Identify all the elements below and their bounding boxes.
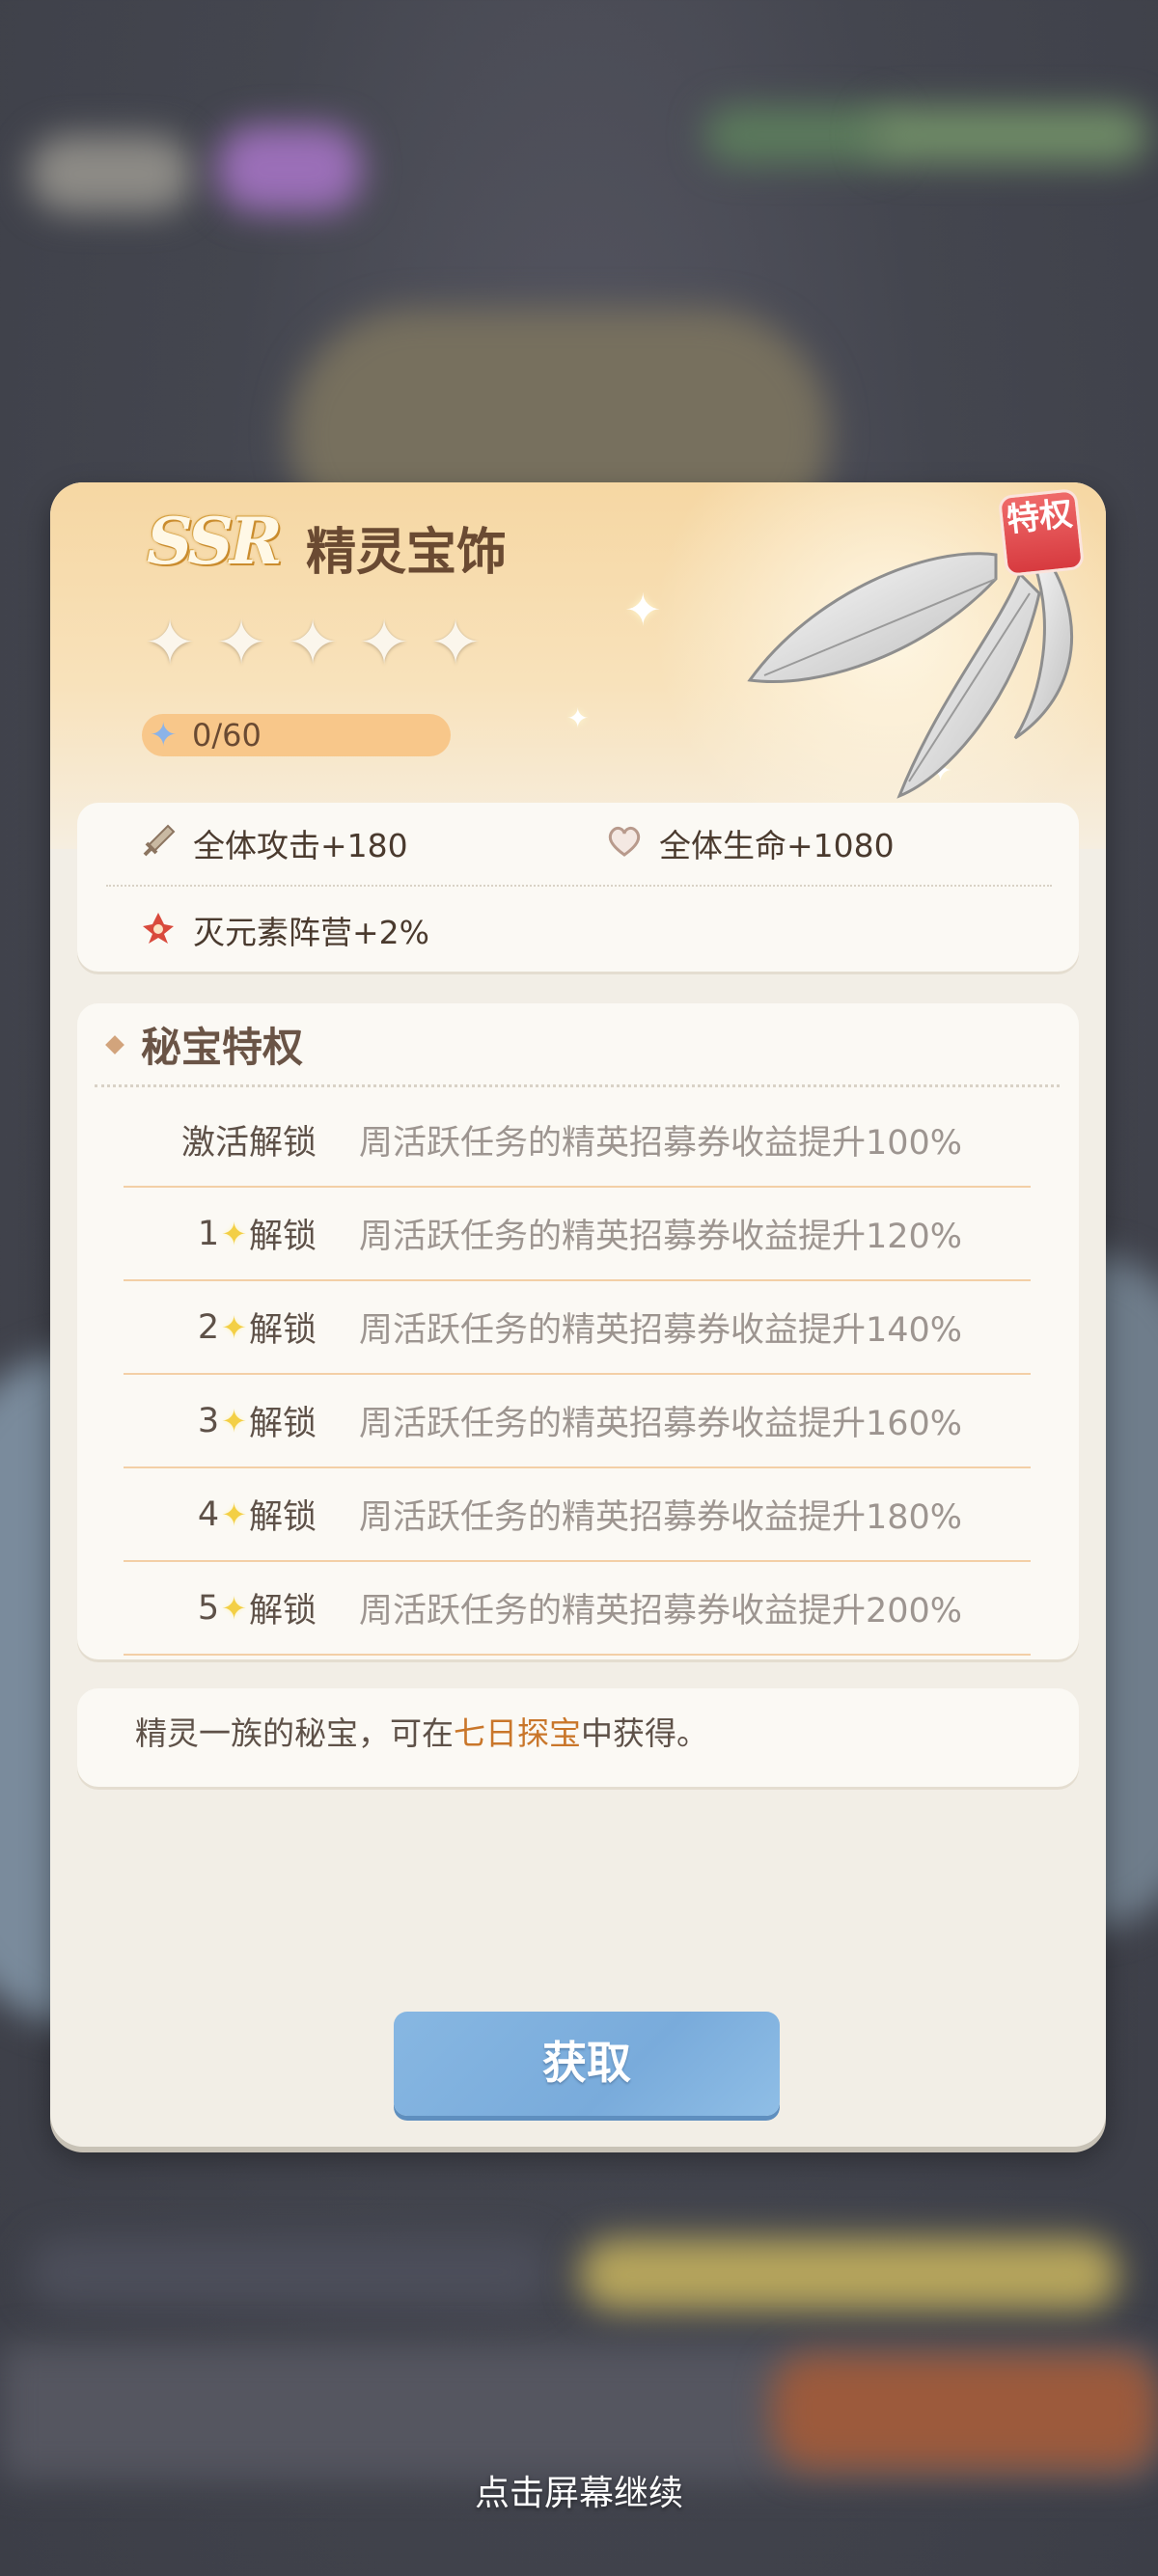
unlock-condition: 2 ✦ 解锁 xyxy=(124,1302,317,1352)
unlock-level: 3 xyxy=(197,1401,220,1440)
star-icon: ✦ xyxy=(221,1308,247,1346)
sword-icon xyxy=(137,822,179,864)
unlock-label: 解锁 xyxy=(248,1311,317,1350)
privilege-row: 3 ✦ 解锁 周活跃任务的精英招募券收益提升160% xyxy=(124,1375,1031,1468)
progress-text: 0/60 xyxy=(192,717,262,754)
get-button[interactable]: 获取 xyxy=(394,2012,780,2116)
privilege-row: 4 ✦ 解锁 周活跃任务的精英招募券收益提升180% xyxy=(124,1468,1031,1562)
unlock-label: 解锁 xyxy=(248,1592,317,1631)
privilege-title-text: 秘宝特权 xyxy=(141,1024,304,1071)
faction-emblem-icon xyxy=(137,909,179,951)
sparkle-icon: ✦ xyxy=(624,584,662,636)
privilege-row: 5 ✦ 解锁 周活跃任务的精英招募券收益提升200% xyxy=(124,1562,1031,1656)
privilege-desc: 周活跃任务的精英招募券收益提升100% xyxy=(359,1124,963,1163)
shard-progress: ✦ 0/60 xyxy=(142,714,451,756)
unlock-level: 5 xyxy=(197,1588,220,1628)
star-icon: ✦ xyxy=(287,608,339,679)
privilege-tag: 特权 xyxy=(997,487,1086,578)
stat-faction-text: 灭元素阵营+2% xyxy=(193,914,430,951)
unlock-condition: 3 ✦ 解锁 xyxy=(124,1396,317,1445)
stat-attack: 全体攻击+180 xyxy=(137,820,408,866)
stat-hp: 全体生命+1080 xyxy=(603,820,895,866)
bg-blur xyxy=(579,2238,1119,2311)
source-suffix: 中获得。 xyxy=(581,1714,708,1752)
star-icon: ✦ xyxy=(144,608,196,679)
bg-blur xyxy=(29,2238,550,2306)
puzzle-star-icon: ✦ xyxy=(150,716,178,754)
privilege-desc: 周活跃任务的精英招募券收益提升140% xyxy=(359,1311,963,1350)
privilege-desc: 周活跃任务的精英招募券收益提升180% xyxy=(359,1498,963,1537)
star-icon: ✦ xyxy=(221,1589,247,1627)
heart-icon xyxy=(603,822,646,864)
star-icon: ✦ xyxy=(358,608,410,679)
privilege-desc: 周活跃任务的精英招募券收益提升120% xyxy=(359,1218,963,1256)
star-icon: ✦ xyxy=(429,608,482,679)
unlock-condition: 5 ✦ 解锁 xyxy=(124,1583,317,1632)
privilege-title: 秘宝特权 xyxy=(105,1015,304,1074)
diamond-icon xyxy=(105,1034,124,1055)
tap-to-continue[interactable]: 点击屏幕继续 xyxy=(0,2465,1158,2515)
star-icon: ✦ xyxy=(221,1215,247,1252)
star-icon: ✦ xyxy=(221,1402,247,1439)
unlock-condition: 1 ✦ 解锁 xyxy=(124,1209,317,1258)
unlock-level: 2 xyxy=(197,1307,220,1347)
bg-blur xyxy=(868,106,1148,164)
source-link[interactable]: 七日探宝 xyxy=(454,1714,581,1752)
stat-faction: 灭元素阵营+2% xyxy=(137,907,429,953)
card-header: SSR 精灵宝饰 ✦ ✦ ✦ ✦ ✦ ✦ 0/60 ✦ ✦ ✦ 特权 xyxy=(50,482,1106,849)
sparkle-icon: ✦ xyxy=(566,702,590,734)
bg-blur xyxy=(772,2354,1158,2470)
item-detail-card: SSR 精灵宝饰 ✦ ✦ ✦ ✦ ✦ ✦ 0/60 ✦ ✦ ✦ 特权 全体攻击+… xyxy=(50,482,1106,2147)
unlock-label: 解锁 xyxy=(248,1405,317,1443)
stat-attack-text: 全体攻击+180 xyxy=(193,827,408,864)
star-icon: ✦ xyxy=(215,608,267,679)
unlock-level: 4 xyxy=(197,1494,220,1534)
bg-blur xyxy=(29,135,193,212)
privilege-desc: 周活跃任务的精英招募券收益提升160% xyxy=(359,1405,963,1443)
unlock-condition: 激活解锁 xyxy=(124,1115,317,1165)
source-prefix: 精灵一族的秘宝，可在 xyxy=(135,1714,454,1752)
unlock-label: 解锁 xyxy=(248,1218,317,1256)
rarity-badge: SSR xyxy=(147,504,283,579)
privilege-panel: 秘宝特权 激活解锁 周活跃任务的精英招募券收益提升100% 1 ✦ 解锁 周活跃任务的精英… xyxy=(77,1003,1079,1659)
star-rating: ✦ ✦ ✦ ✦ ✦ xyxy=(139,613,486,674)
unlock-level: 1 xyxy=(197,1214,220,1253)
privilege-desc: 周活跃任务的精英招募券收益提升200% xyxy=(359,1592,963,1631)
bg-blur xyxy=(217,125,362,212)
item-name: 精灵宝饰 xyxy=(306,524,508,582)
stats-panel: 全体攻击+180 全体生命+1080 灭元素阵营+2% xyxy=(77,803,1079,972)
privilege-row: 2 ✦ 解锁 周活跃任务的精英招募券收益提升140% xyxy=(124,1281,1031,1375)
source-text: 精灵一族的秘宝，可在七日探宝中获得。 xyxy=(77,1688,1079,1787)
privilege-row: 激活解锁 周活跃任务的精英招募券收益提升100% xyxy=(124,1094,1031,1188)
privilege-row: 1 ✦ 解锁 周活跃任务的精英招募券收益提升120% xyxy=(124,1188,1031,1281)
star-icon: ✦ xyxy=(221,1495,247,1533)
unlock-label: 激活解锁 xyxy=(180,1124,317,1163)
unlock-condition: 4 ✦ 解锁 xyxy=(124,1490,317,1539)
privilege-list: 激活解锁 周活跃任务的精英招募券收益提升100% 1 ✦ 解锁 周活跃任务的精英招募券收益… xyxy=(124,1094,1031,1656)
unlock-label: 解锁 xyxy=(248,1498,317,1537)
stat-hp-text: 全体生命+1080 xyxy=(659,827,895,864)
